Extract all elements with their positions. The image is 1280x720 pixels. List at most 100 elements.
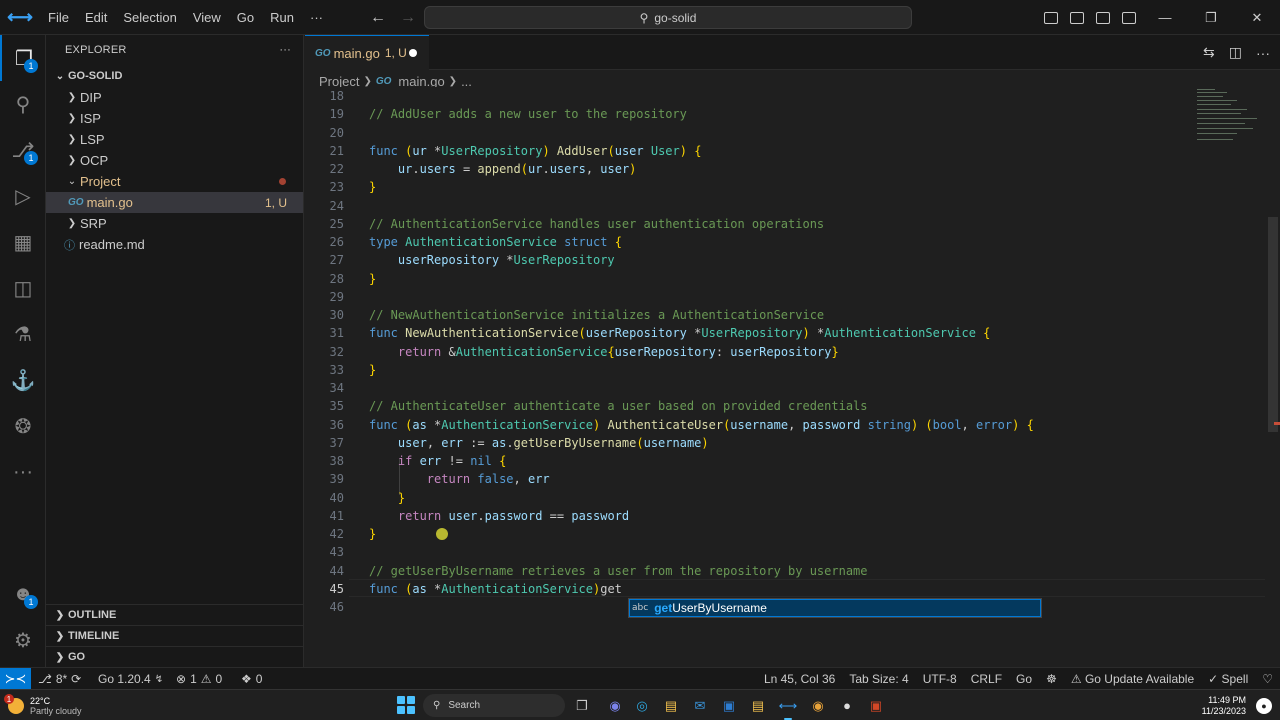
- code-line[interactable]: 21 func (ur *UserRepository) AddUser(user…: [305, 142, 1205, 160]
- settings-gear-icon[interactable]: ⚙: [0, 617, 46, 663]
- code-line[interactable]: 40 }: [305, 489, 1205, 507]
- code-line[interactable]: 23}: [305, 178, 1205, 196]
- line-ending[interactable]: CRLF: [964, 672, 1009, 686]
- timeline-section[interactable]: ❯ TIMELINE: [46, 625, 303, 646]
- mail-icon[interactable]: ✉: [688, 694, 712, 717]
- source-control-icon[interactable]: ⎇ 1: [0, 127, 46, 173]
- obs-icon[interactable]: ●: [835, 694, 859, 717]
- code-line[interactable]: 44 // getUserByUsername retrieves a user …: [305, 562, 1205, 580]
- scrollbar-thumb[interactable]: [1268, 217, 1278, 432]
- explorer-icon[interactable]: ❐ 1: [0, 35, 46, 81]
- search-view-icon[interactable]: ⚲: [0, 81, 46, 127]
- tree-folder-lsp[interactable]: ❯ LSP: [46, 129, 303, 150]
- tree-folder-ocp[interactable]: ❯ OCP: [46, 150, 303, 171]
- code-line[interactable]: 19 // AddUser adds a new user to the repo…: [305, 105, 1205, 123]
- code-line[interactable]: 45 func (as *AuthenticationService)get: [305, 580, 1205, 598]
- powerpoint-icon[interactable]: ▣: [864, 694, 888, 717]
- weather-widget[interactable]: 1 22°C Partly cloudy: [4, 692, 82, 720]
- taskbar-clock[interactable]: 11:49 PM 11/23/2023: [1202, 695, 1246, 717]
- remote-explorer-icon[interactable]: ◫: [0, 265, 46, 311]
- remote-indicator-icon[interactable]: ≻≺: [0, 668, 31, 690]
- vertical-scrollbar[interactable]: [1266, 92, 1280, 662]
- customize-layout-icon[interactable]: [1116, 0, 1142, 35]
- tree-file-main-go[interactable]: GO main.go 1, U: [46, 192, 303, 213]
- accounts-icon[interactable]: ☻ 1: [0, 571, 46, 617]
- open-changes-icon[interactable]: ⇆: [1203, 44, 1215, 61]
- code-line[interactable]: 24: [305, 197, 1205, 215]
- extensions-icon[interactable]: ▦: [0, 219, 46, 265]
- sync-icon[interactable]: ⟳: [71, 672, 81, 686]
- run-debug-icon[interactable]: ▷: [0, 173, 46, 219]
- code-line[interactable]: 25 // AuthenticationService handles user …: [305, 215, 1205, 233]
- close-button[interactable]: ✕: [1234, 0, 1280, 35]
- command-center-search[interactable]: ⚲ go-solid: [424, 6, 912, 29]
- code-editor[interactable]: 18 19 // AddUser adds a new user to the re…: [305, 87, 1265, 667]
- copilot-icon[interactable]: ☸: [1039, 672, 1064, 686]
- minimap[interactable]: [1195, 87, 1265, 147]
- code-line[interactable]: 34: [305, 379, 1205, 397]
- task-view-icon[interactable]: ❐: [570, 694, 594, 717]
- spell-check[interactable]: ✓ Spell: [1201, 672, 1255, 686]
- menu-selection[interactable]: Selection: [115, 0, 184, 35]
- code-line[interactable]: 18: [305, 87, 1205, 105]
- minimize-button[interactable]: —: [1142, 0, 1188, 35]
- kubernetes-icon[interactable]: ❂: [0, 403, 46, 449]
- folder-icon[interactable]: ▤: [746, 694, 770, 717]
- suggestion-item[interactable]: abc get UserByUsername: [629, 599, 1041, 617]
- toggle-panel-icon[interactable]: [1064, 0, 1090, 35]
- menu-file[interactable]: File: [40, 0, 77, 35]
- code-line[interactable]: 31 func NewAuthenticationService(userRepo…: [305, 324, 1205, 342]
- code-line[interactable]: 28}: [305, 270, 1205, 288]
- code-line[interactable]: 41 return user.password == password: [305, 507, 1205, 525]
- menu-more[interactable]: ···: [302, 0, 331, 35]
- teams-icon[interactable]: ◉: [603, 694, 627, 717]
- go-update[interactable]: ⚠ Go Update Available: [1064, 672, 1201, 686]
- code-line[interactable]: 30 // NewAuthenticationService initialize…: [305, 306, 1205, 324]
- explorer-more-icon[interactable]: ···: [279, 44, 291, 56]
- tree-folder-isp[interactable]: ❯ ISP: [46, 108, 303, 129]
- more-views-icon[interactable]: ···: [0, 449, 46, 495]
- windows-start-icon[interactable]: [397, 696, 415, 714]
- chrome-icon[interactable]: ◉: [806, 694, 830, 717]
- go-version[interactable]: Go 1.20.4 ↯: [98, 668, 163, 690]
- notification-icon[interactable]: ●: [1256, 698, 1272, 714]
- code-line[interactable]: 35 // AuthenticateUser authenticate a use…: [305, 397, 1205, 415]
- code-line[interactable]: 22 ur.users = append(ur.users, user): [305, 160, 1205, 178]
- code-line[interactable]: 33}: [305, 361, 1205, 379]
- toggle-secondary-sidebar-icon[interactable]: [1090, 0, 1116, 35]
- code-line[interactable]: 36 func (as *AuthenticationService) Authe…: [305, 416, 1205, 434]
- tree-folder-srp[interactable]: ❯ SRP: [46, 213, 303, 234]
- go-section[interactable]: ❯ GO: [46, 646, 303, 667]
- code-line[interactable]: 37 user, err := as.getUserByUsername(use…: [305, 434, 1205, 452]
- forward-arrow-icon[interactable]: →: [400, 9, 416, 27]
- code-line[interactable]: 26 type AuthenticationService struct {: [305, 233, 1205, 251]
- code-line[interactable]: 32 return &AuthenticationService{userRep…: [305, 343, 1205, 361]
- menu-go[interactable]: Go: [229, 0, 262, 35]
- workspace-root[interactable]: ⌄ GO-SOLID: [46, 65, 303, 87]
- language-mode[interactable]: Go: [1009, 672, 1039, 686]
- menu-view[interactable]: View: [185, 0, 229, 35]
- outline-section[interactable]: ❯ OUTLINE: [46, 604, 303, 625]
- split-editor-icon[interactable]: ◫: [1229, 44, 1242, 61]
- testing-icon[interactable]: ⚗: [0, 311, 46, 357]
- encoding[interactable]: UTF-8: [916, 672, 964, 686]
- cursor-position[interactable]: Ln 45, Col 36: [757, 672, 842, 686]
- code-line[interactable]: 20: [305, 124, 1205, 142]
- file-explorer-icon[interactable]: ▤: [659, 694, 683, 717]
- unsaved-dot-icon[interactable]: [409, 49, 417, 57]
- docker-icon[interactable]: ⚓: [0, 357, 46, 403]
- tree-file-readme[interactable]: ⓘ readme.md: [46, 234, 303, 255]
- edge-icon[interactable]: ◎: [630, 694, 654, 717]
- more-actions-icon[interactable]: ···: [1256, 45, 1270, 61]
- code-line[interactable]: 38 if err != nil {: [305, 452, 1205, 470]
- vscode-taskbar-icon[interactable]: ⟷: [776, 694, 800, 720]
- code-line[interactable]: 27 userRepository *UserRepository: [305, 251, 1205, 269]
- store-icon[interactable]: ▣: [717, 694, 741, 717]
- tree-folder-project[interactable]: ⌄ Project: [46, 171, 303, 192]
- menu-run[interactable]: Run: [262, 0, 302, 35]
- ports-indicator[interactable]: ❖ 0: [241, 668, 262, 690]
- restore-button[interactable]: ❐: [1188, 0, 1234, 35]
- tab-size[interactable]: Tab Size: 4: [842, 672, 915, 686]
- problems-indicator[interactable]: ⊗ 1 ⚠ 0: [176, 668, 222, 690]
- git-branch[interactable]: ⎇ 8* ⟳: [38, 668, 81, 690]
